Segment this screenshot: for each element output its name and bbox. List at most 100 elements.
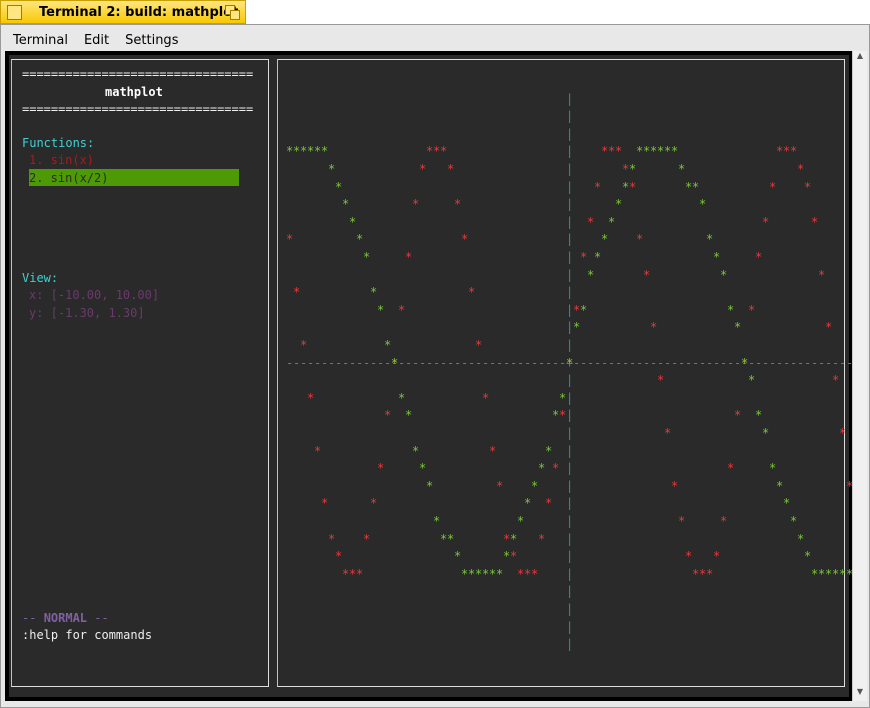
- terminal-view[interactable]: ================================ mathplo…: [5, 51, 853, 701]
- view-heading: View:: [22, 271, 59, 285]
- plot-point-sinx2: *: [720, 267, 728, 282]
- x-axis-segment: -: [790, 355, 798, 370]
- plot-point-sinx: *: [314, 443, 322, 458]
- plot-point-sinx: *: [356, 566, 364, 581]
- x-axis-segment: -: [335, 355, 343, 370]
- x-axis-segment: -: [839, 355, 847, 370]
- plot-point-sinx: *: [776, 144, 784, 159]
- plot-point-sinx: *: [461, 232, 469, 247]
- x-axis-segment: -: [524, 355, 532, 370]
- plot-point-sinx2: *: [419, 461, 427, 476]
- menu-edit[interactable]: Edit: [76, 29, 117, 48]
- x-axis-segment: -: [678, 355, 686, 370]
- menu-terminal[interactable]: Terminal: [5, 29, 76, 48]
- plot-point-sinx: *: [811, 214, 819, 229]
- x-axis-segment: -: [286, 355, 294, 370]
- plot-point-sinx2: *: [650, 144, 658, 159]
- plot-point-sinx: *: [510, 549, 518, 564]
- plot-point-sinx2: *: [426, 478, 434, 493]
- window-title-tab[interactable]: Terminal 2: build: mathplot: [0, 0, 246, 24]
- plot-point-sinx2: *: [433, 514, 441, 528]
- plot-point-sinx2: *: [517, 514, 525, 528]
- x-axis-segment: -: [370, 355, 378, 370]
- x-axis-segment: -: [384, 355, 392, 370]
- plot-point-sinx: *: [559, 408, 567, 423]
- mode-dash-left: --: [22, 611, 37, 625]
- plot-point-sinx: *: [629, 179, 637, 194]
- plot-point-sinx2: *: [657, 144, 665, 159]
- title-rule-top: ================================: [22, 67, 254, 81]
- window-menu-icon[interactable]: [7, 5, 22, 20]
- plot-point-sinx2: *: [615, 197, 623, 212]
- plot-point-sinx: *: [692, 566, 700, 581]
- y-axis-segment: |: [566, 549, 574, 564]
- plot-point-sinx: *: [657, 373, 665, 388]
- plot-point-sinx: *: [601, 144, 609, 159]
- function-item-1[interactable]: 1. sin(x): [29, 153, 94, 167]
- scroll-down-icon[interactable]: ▼: [853, 687, 867, 701]
- plot-point-sinx2: *: [314, 144, 322, 159]
- plot-point-sinx: *: [839, 426, 847, 440]
- y-axis-segment: |: [566, 285, 574, 300]
- title-rule-bottom: ================================: [22, 102, 254, 116]
- y-axis-segment: |: [566, 637, 574, 652]
- plot-point-sinx: *: [524, 566, 532, 581]
- plot-point-sinx2: *: [755, 408, 763, 423]
- x-axis-segment: -: [461, 355, 469, 370]
- x-axis-segment: -: [622, 355, 630, 370]
- x-axis-segment: -: [818, 355, 826, 370]
- plot-point-sinx2: *: [328, 162, 336, 176]
- plot-point-sinx2: *: [489, 566, 497, 581]
- plot-point-sinx2: *: [832, 566, 840, 581]
- plot-point-sinx: *: [370, 496, 378, 511]
- plot-point-sinx: *: [419, 162, 427, 176]
- y-axis-segment: |: [566, 426, 574, 440]
- plot-point-sinx: *: [804, 179, 812, 194]
- x-axis-segment: -: [573, 355, 581, 370]
- plot-point-sinx2: *: [797, 531, 805, 546]
- plot-point-sinx: *: [342, 566, 350, 581]
- function-item-2-selected[interactable]: 2. sin(x/2): [29, 169, 239, 186]
- plot-point-sinx2: *: [321, 144, 329, 159]
- plot-point-sinx2: *: [636, 144, 644, 159]
- x-axis-segment: -: [783, 355, 791, 370]
- menu-settings[interactable]: Settings: [117, 29, 186, 48]
- scrollbar[interactable]: ▲ ▼: [852, 51, 867, 701]
- y-axis-segment: |: [566, 602, 574, 616]
- plot-point-sinx2: *: [762, 426, 770, 440]
- scroll-up-icon[interactable]: ▲: [853, 51, 867, 65]
- plot-point-sinx2: *: [531, 478, 539, 493]
- plot-point-sinx2: *: [804, 549, 812, 564]
- plot-point-sinx2: *: [608, 214, 616, 229]
- plot-point-sinx: *: [587, 214, 595, 229]
- x-axis-segment: -: [559, 355, 567, 370]
- x-axis-segment: -: [545, 355, 553, 370]
- x-axis-segment: -: [706, 355, 714, 370]
- x-axis-segment: -: [636, 355, 644, 370]
- plot-point-sinx: *: [286, 232, 294, 247]
- plot-point-sinx2: *: [790, 514, 798, 528]
- zoom-icon[interactable]: [225, 5, 240, 20]
- plot-point-sinx: *: [384, 408, 392, 423]
- x-axis-segment: -: [832, 355, 840, 370]
- plot-point-sinx2: *: [447, 531, 455, 546]
- y-axis-segment: |: [566, 478, 574, 493]
- x-axis-segment: -: [643, 355, 651, 370]
- y-axis-segment: |: [566, 91, 574, 106]
- plot-point-sinx2: *: [545, 443, 553, 458]
- plot-point-sinx: *: [531, 566, 539, 581]
- plot-point-sinx: *: [755, 250, 763, 264]
- plot-point-sinx2: *: [811, 566, 819, 581]
- x-range: x: [-10.00, 10.00]: [29, 288, 160, 302]
- plot-point-sinx2: *: [335, 179, 343, 194]
- plot-point-sinx: *: [699, 566, 707, 581]
- x-axis-segment: -: [503, 355, 511, 370]
- plot-point-sinx: *: [321, 496, 329, 511]
- plot-point-sinx2: *: [629, 162, 637, 176]
- y-axis-segment: |: [566, 566, 574, 581]
- plot-point-sinx2: *: [475, 566, 483, 581]
- plot-point-sinx: *: [685, 549, 693, 564]
- plot-point-sinx: *: [769, 179, 777, 194]
- plot-point-sinx2: *: [510, 531, 518, 546]
- x-axis-segment: -: [314, 355, 322, 370]
